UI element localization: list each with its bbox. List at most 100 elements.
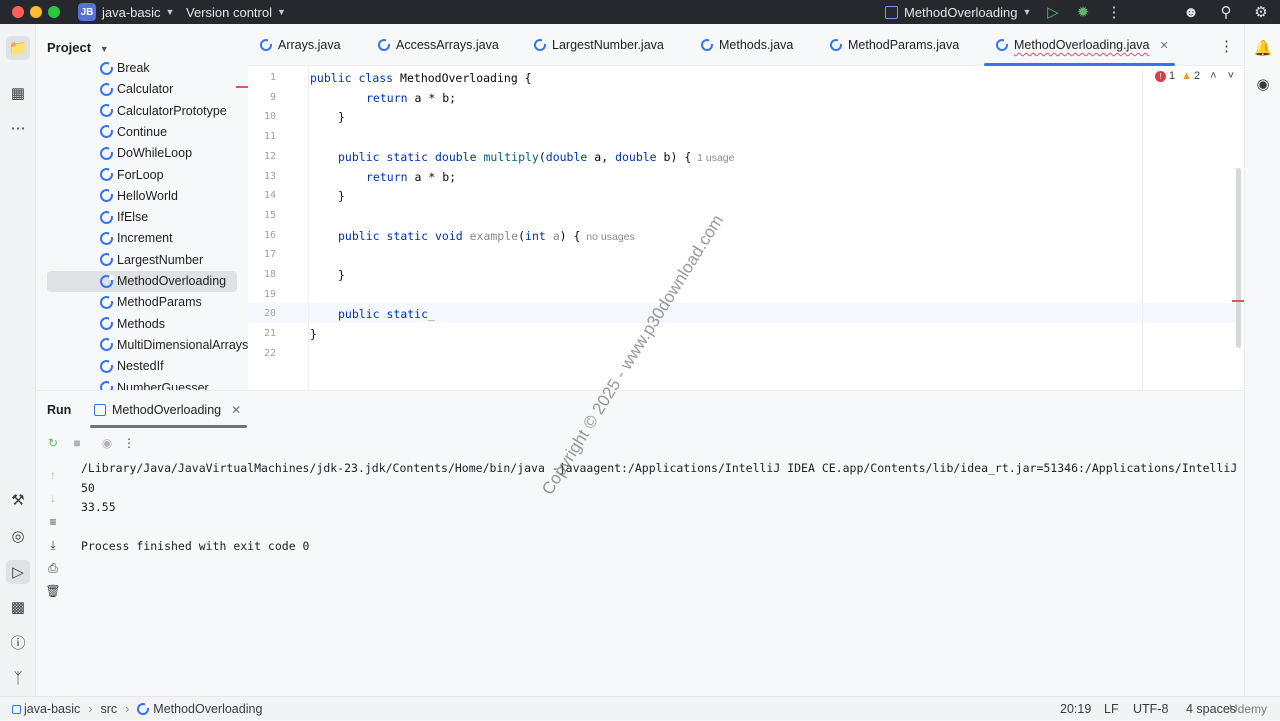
run-tab[interactable]: MethodOverloading ✕ xyxy=(94,403,241,417)
tree-item[interactable]: Calculator xyxy=(100,79,173,99)
settings-gear-icon[interactable]: ⚙ xyxy=(1251,2,1271,22)
tree-item[interactable]: MultiDimensionalArrays xyxy=(100,335,248,355)
more-tools-icon[interactable]: ⋯ xyxy=(6,116,30,140)
rerun-icon[interactable]: ↻ xyxy=(44,434,62,452)
editor-tab-label: MethodOverloading.java xyxy=(1014,38,1150,52)
project-panel-header[interactable]: Project ▼ xyxy=(47,40,109,55)
line-number: 9 xyxy=(269,91,276,103)
run-icon[interactable]: ▷ xyxy=(1043,2,1063,22)
tree-item[interactable]: Continue xyxy=(100,122,167,142)
structure-icon[interactable]: ▦ xyxy=(6,81,30,105)
scroll-down-icon[interactable]: ↓ xyxy=(44,489,62,507)
tree-item[interactable]: CalculatorPrototype xyxy=(100,101,227,121)
file-encoding[interactable]: UTF-8 xyxy=(1133,697,1168,721)
usage-hint[interactable]: 1 usage xyxy=(691,152,734,164)
scroll-up-icon[interactable]: ↑ xyxy=(44,466,62,484)
editor-tab[interactable]: Methods.java xyxy=(701,24,793,66)
breadcrumb-src[interactable]: src xyxy=(100,702,117,716)
services-icon[interactable]: ◎ xyxy=(6,524,30,548)
code-editor[interactable]: 1 public class MethodOverloading {9 return… xyxy=(236,66,1244,390)
usage-hint[interactable]: no usages xyxy=(580,231,634,243)
line-separator[interactable]: LF xyxy=(1104,697,1119,721)
close-tab-icon[interactable]: ✕ xyxy=(1160,39,1169,52)
class-icon xyxy=(100,274,114,288)
project-name: java-basic xyxy=(102,4,161,20)
build-hammer-icon[interactable]: ⚒ xyxy=(6,488,30,512)
tree-item[interactable]: IfElse xyxy=(100,207,148,227)
tree-item[interactable]: LargestNumber xyxy=(100,250,203,270)
tree-item-label: DoWhileLoop xyxy=(117,146,193,161)
debug-icon[interactable]: ✹ xyxy=(1073,2,1093,22)
maximize-window-button[interactable] xyxy=(48,6,60,18)
next-highlight-icon[interactable]: ˅ xyxy=(1228,70,1234,82)
project-folder-icon[interactable]: 📁 xyxy=(6,36,30,60)
soft-wrap-icon[interactable]: ≡ xyxy=(44,513,62,531)
console-line: 33.55 xyxy=(81,500,116,514)
class-icon xyxy=(100,231,114,245)
line-number: 21 xyxy=(263,328,276,340)
print-icon[interactable]: ⎙ xyxy=(44,559,62,577)
editor-tabs: Arrays.java AccessArrays.java LargestNumbe… xyxy=(248,24,1280,66)
class-icon xyxy=(996,39,1009,51)
project-switcher[interactable]: JB java-basic ▼ xyxy=(78,0,174,24)
breadcrumb-project[interactable]: java-basic xyxy=(24,702,80,716)
code-line: public static void example(int a) { no u… xyxy=(338,228,635,243)
editor-tab[interactable]: MethodParams.java xyxy=(830,24,959,66)
vcs-menu[interactable]: Version control ▼ xyxy=(186,0,286,24)
tree-item-label: Calculator xyxy=(117,82,174,97)
right-tool-strip: 🔔 ◉ xyxy=(1244,24,1280,696)
tree-item[interactable]: HelloWorld xyxy=(100,186,178,206)
code-line: } xyxy=(338,189,345,204)
editor-scrollbar[interactable] xyxy=(1236,168,1241,348)
problems-icon[interactable]: ⓘ xyxy=(6,630,30,654)
close-tab-icon[interactable]: ✕ xyxy=(231,403,241,417)
tree-item[interactable]: Break xyxy=(100,58,150,78)
line-number: 19 xyxy=(263,288,276,300)
warning-icon: ▲ xyxy=(1181,70,1193,82)
run-config-selector[interactable]: MethodOverloading ▼ xyxy=(885,0,1031,24)
scroll-to-end-icon[interactable]: ⤓ xyxy=(44,536,62,554)
terminal-icon[interactable]: ▩ xyxy=(6,595,30,619)
line-number: 10 xyxy=(263,111,276,123)
breadcrumb-separator-icon: › xyxy=(125,702,130,716)
line-number: 12 xyxy=(263,150,276,162)
tree-item[interactable]: MethodOverloading xyxy=(100,271,226,291)
run-more-icon[interactable]: ⋮ xyxy=(120,434,138,452)
console-line: /Library/Java/JavaVirtualMachines/jdk-23… xyxy=(81,461,1238,475)
camera-icon[interactable]: ◉ xyxy=(98,434,116,452)
editor-tab[interactable]: AccessArrays.java xyxy=(378,24,499,66)
tree-item[interactable]: ForLoop xyxy=(100,165,164,185)
console-output[interactable]: /Library/Java/JavaVirtualMachines/jdk-23… xyxy=(81,459,1241,557)
editor-tab[interactable]: LargestNumber.java xyxy=(534,24,664,66)
class-icon xyxy=(100,189,114,203)
tree-item[interactable]: MethodParams xyxy=(100,292,202,312)
breadcrumb-file[interactable]: MethodOverloading xyxy=(153,702,262,716)
tree-item[interactable]: NestedIf xyxy=(100,356,164,376)
class-icon xyxy=(100,146,114,160)
previous-highlight-icon[interactable]: ˄ xyxy=(1210,70,1216,82)
inspection-widget[interactable]: ! 1 ▲ 2 ˄ ˅ xyxy=(1155,70,1234,82)
editor-tab[interactable]: Arrays.java xyxy=(260,24,341,66)
ai-assistant-icon[interactable]: ◉ xyxy=(1251,72,1275,96)
title-bar: JB java-basic ▼ Version control ▼ Method… xyxy=(0,0,1280,24)
tab-options-icon[interactable]: ⋮ xyxy=(1219,37,1234,55)
run-tool-icon[interactable]: ▷ xyxy=(6,560,30,584)
close-window-button[interactable] xyxy=(12,6,24,18)
tree-item[interactable]: DoWhileLoop xyxy=(100,143,192,163)
tree-item[interactable]: NumberGuesser xyxy=(100,378,209,390)
add-user-icon[interactable]: ☻ xyxy=(1181,2,1201,22)
tree-item[interactable]: Increment xyxy=(100,228,173,248)
tree-item-label: LargestNumber xyxy=(117,252,204,267)
more-actions-icon[interactable]: ⋮ xyxy=(1104,2,1124,22)
stop-icon[interactable]: ■ xyxy=(68,434,86,452)
git-branch-icon[interactable]: ᛉ xyxy=(6,666,30,690)
clear-trash-icon[interactable]: 🗑 xyxy=(44,582,62,600)
notifications-bell-icon[interactable]: 🔔 xyxy=(1251,36,1275,60)
error-stripe-mark[interactable] xyxy=(1232,300,1244,302)
search-icon[interactable]: ⚲ xyxy=(1216,2,1236,22)
editor-tab[interactable]: MethodOverloading.java ✕ xyxy=(996,24,1169,66)
caret-position[interactable]: 20:19 xyxy=(1060,697,1091,721)
tree-item[interactable]: Methods xyxy=(100,314,165,334)
minimize-window-button[interactable] xyxy=(30,6,42,18)
